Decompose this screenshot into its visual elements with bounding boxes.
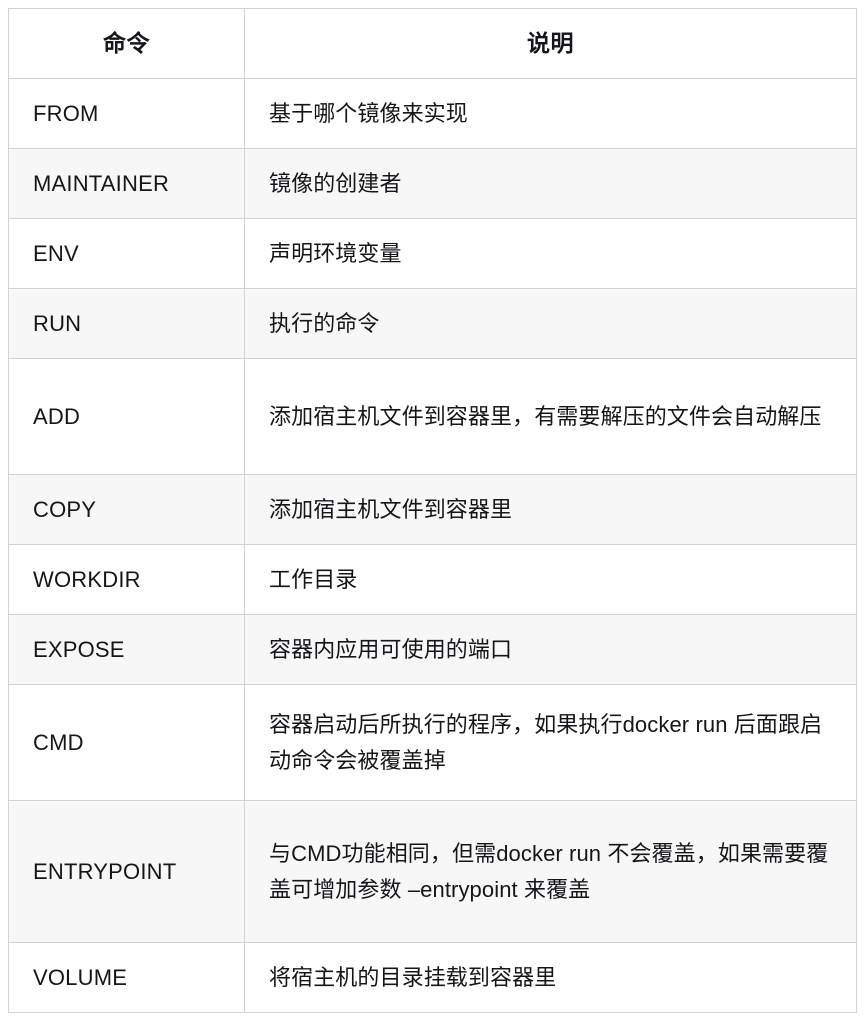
cell-command: ENV — [8, 218, 245, 289]
cell-command: VOLUME — [8, 942, 245, 1013]
cell-description: 声明环境变量 — [244, 218, 857, 289]
cell-description: 与CMD功能相同，但需docker run 不会覆盖，如果需要覆盖可增加参数 –… — [244, 800, 857, 943]
cell-description: 将宿主机的目录挂载到容器里 — [244, 942, 857, 1013]
table-row: VOLUME 将宿主机的目录挂载到容器里 — [8, 942, 857, 1013]
cell-description: 容器启动后所执行的程序，如果执行docker run 后面跟启动命令会被覆盖掉 — [244, 684, 857, 801]
table-body: FROM 基于哪个镜像来实现 MAINTAINER 镜像的创建者 ENV 声明环… — [8, 78, 857, 1013]
cell-command: EXPOSE — [8, 614, 245, 685]
dockerfile-instructions-table: 命令 说明 FROM 基于哪个镜像来实现 MAINTAINER 镜像的创建者 E… — [8, 8, 857, 1013]
table-header: 命令 说明 — [8, 8, 857, 79]
cell-command: FROM — [8, 78, 245, 149]
table-row: WORKDIR 工作目录 — [8, 544, 857, 615]
cell-description: 添加宿主机文件到容器里，有需要解压的文件会自动解压 — [244, 358, 857, 475]
cell-command: COPY — [8, 474, 245, 545]
table-row: MAINTAINER 镜像的创建者 — [8, 148, 857, 219]
table-row: ENTRYPOINT 与CMD功能相同，但需docker run 不会覆盖，如果… — [8, 800, 857, 943]
cell-description: 工作目录 — [244, 544, 857, 615]
cell-command: MAINTAINER — [8, 148, 245, 219]
column-header-command: 命令 — [8, 8, 245, 79]
table-row: CMD 容器启动后所执行的程序，如果执行docker run 后面跟启动命令会被… — [8, 684, 857, 801]
table-row: COPY 添加宿主机文件到容器里 — [8, 474, 857, 545]
cell-command: WORKDIR — [8, 544, 245, 615]
cell-description: 执行的命令 — [244, 288, 857, 359]
column-header-description: 说明 — [244, 8, 857, 79]
cell-command: CMD — [8, 684, 245, 801]
table-row: FROM 基于哪个镜像来实现 — [8, 78, 857, 149]
table-row: EXPOSE 容器内应用可使用的端口 — [8, 614, 857, 685]
table-header-row: 命令 说明 — [8, 8, 857, 79]
cell-command: ENTRYPOINT — [8, 800, 245, 943]
cell-command: ADD — [8, 358, 245, 475]
table-row: ADD 添加宿主机文件到容器里，有需要解压的文件会自动解压 — [8, 358, 857, 475]
dockerfile-instructions-table-container: 命令 说明 FROM 基于哪个镜像来实现 MAINTAINER 镜像的创建者 E… — [8, 8, 857, 1013]
cell-description: 容器内应用可使用的端口 — [244, 614, 857, 685]
table-row: ENV 声明环境变量 — [8, 218, 857, 289]
cell-description: 镜像的创建者 — [244, 148, 857, 219]
cell-description: 基于哪个镜像来实现 — [244, 78, 857, 149]
cell-description: 添加宿主机文件到容器里 — [244, 474, 857, 545]
cell-command: RUN — [8, 288, 245, 359]
table-row: RUN 执行的命令 — [8, 288, 857, 359]
page-root: 命令 说明 FROM 基于哪个镜像来实现 MAINTAINER 镜像的创建者 E… — [0, 0, 864, 1034]
